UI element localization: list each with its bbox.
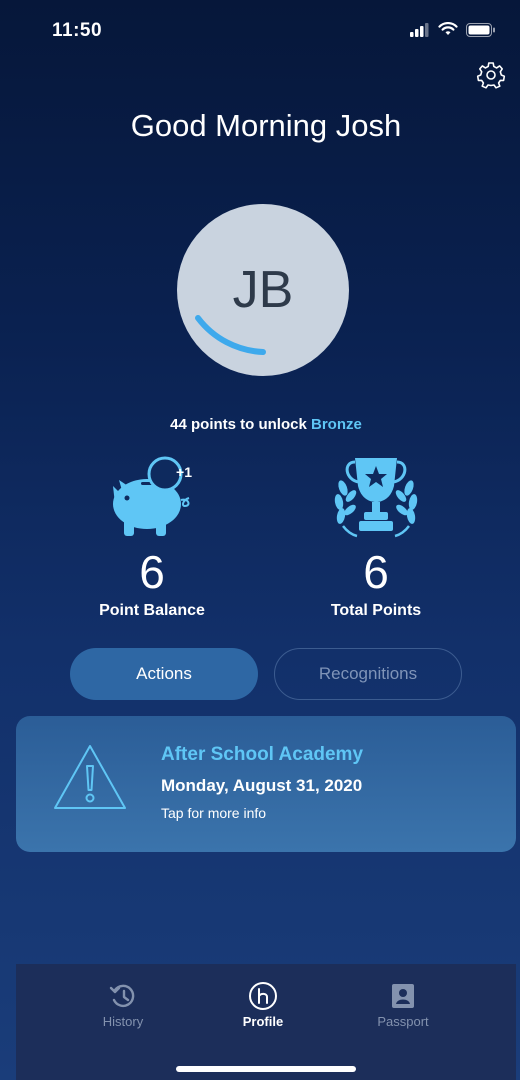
nav-passport[interactable]: Passport [348,982,458,1029]
bottom-nav: History Profile Passport [16,964,516,1080]
point-balance-stat: 6 Point Balance +1 [52,452,252,620]
nav-profile-label: Profile [242,1014,284,1029]
avatar-progress[interactable]: JB [169,196,349,376]
wifi-icon [438,22,458,35]
greeting-title: Good Morning Josh [130,108,402,143]
unlock-message: 44 points to unlock Bronze [16,416,516,433]
unlock-prefix: 44 points to unlock [170,416,307,433]
total-points-stat: 6 Total Points [276,452,476,620]
profile-h-icon [249,982,277,1010]
profile-screen: 11:50 Good Morning Josh JB 44 points to … [16,0,516,1080]
settings-button[interactable] [476,60,506,90]
unlock-tier: Bronze [311,416,362,433]
point-balance-value: 6 [139,546,165,598]
warning-icon [54,745,126,809]
nav-history[interactable]: History [68,982,178,1029]
status-icons [410,22,496,37]
point-balance-label: Point Balance [99,602,205,619]
home-indicator [176,1066,356,1072]
segmented-tabs: Actions Recognitions [70,648,462,700]
nav-passport-label: Passport [377,1014,429,1029]
tier-progress-arc [195,315,266,355]
event-title: After School Academy [161,744,364,765]
total-points-value: 6 [363,546,389,598]
trophy-icon [334,458,418,538]
gear-icon [476,62,506,89]
total-points-label: Total Points [330,602,422,619]
passport-icon [392,984,414,1008]
signal-icon [410,22,429,37]
battery-icon [466,22,495,37]
nav-profile[interactable]: Profile [208,982,318,1029]
tab-actions[interactable]: Actions [70,648,258,700]
event-date: Monday, August 31, 2020 [161,776,363,795]
status-bar: 11:50 [16,0,516,60]
event-card[interactable]: After School Academy Monday, August 31, … [16,716,516,852]
plus-one-badge: +1 [176,464,192,480]
tab-recognitions[interactable]: Recognitions [274,648,462,700]
nav-history-label: History [102,1014,144,1029]
status-time: 11:50 [52,20,103,41]
history-icon [109,984,135,1008]
event-info-link: Tap for more info [161,805,267,821]
